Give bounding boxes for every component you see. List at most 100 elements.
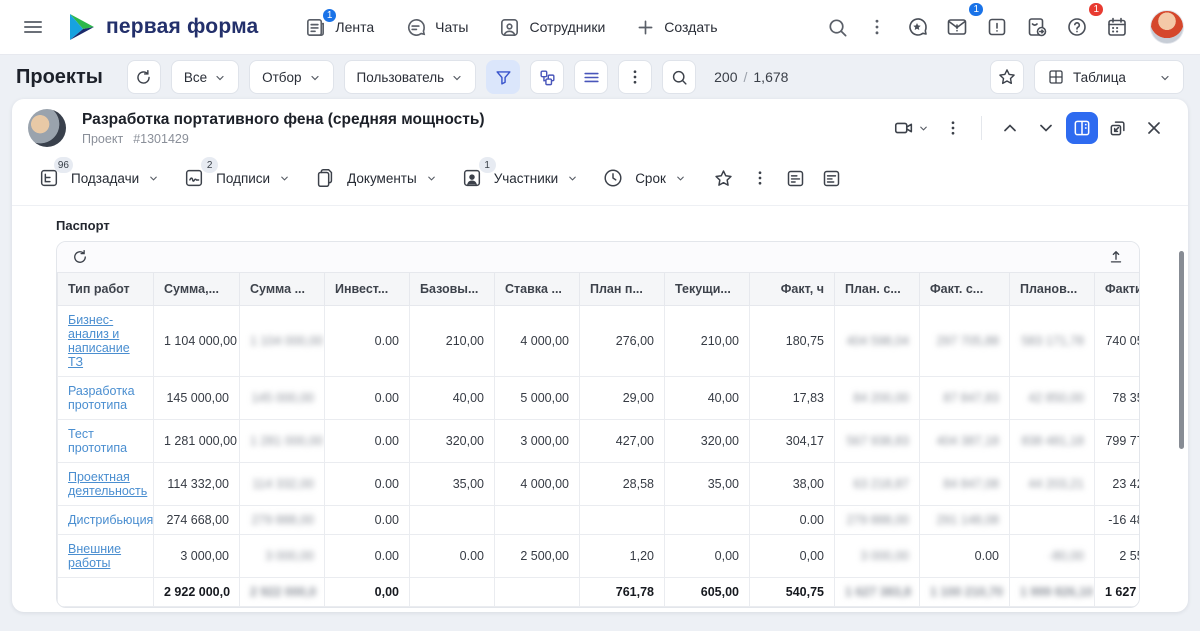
table-cell: 276,00 bbox=[580, 306, 665, 377]
kebab-menu-icon bbox=[751, 169, 769, 187]
kebab-menu-icon[interactable] bbox=[860, 10, 894, 44]
hierarchy-view-button[interactable] bbox=[530, 60, 564, 94]
calendar-icon[interactable] bbox=[1100, 10, 1134, 44]
tab-signatures[interactable]: 2 Подписи bbox=[173, 161, 300, 195]
filter-select-dropdown[interactable]: Отбор bbox=[249, 60, 333, 94]
table-cell: 799 772,82 bbox=[1095, 420, 1141, 463]
work-type-link[interactable]: Бизнес-анализ и написание ТЗ bbox=[68, 313, 130, 369]
column-header[interactable]: План п... bbox=[580, 273, 665, 306]
tabs-more-button[interactable] bbox=[744, 162, 776, 194]
column-header[interactable]: Базовы... bbox=[410, 273, 495, 306]
work-type-link[interactable]: Проектная деятельность bbox=[68, 470, 147, 498]
search-list-button[interactable] bbox=[662, 60, 696, 94]
column-header[interactable]: Текущи... bbox=[665, 273, 750, 306]
plus-icon bbox=[635, 17, 656, 38]
column-header[interactable]: Факт, ч bbox=[750, 273, 835, 306]
open-in-window-button[interactable] bbox=[1102, 112, 1134, 144]
work-type-link[interactable]: Разработка прототипа bbox=[68, 384, 135, 412]
tab-subtasks[interactable]: 96 Подзадачи bbox=[28, 161, 169, 195]
grid-icon bbox=[1047, 68, 1065, 86]
column-header[interactable]: Факт. с... bbox=[920, 273, 1010, 306]
app-logo[interactable]: первая форма bbox=[66, 12, 258, 42]
logo-play-icon bbox=[66, 12, 98, 42]
table-cell: 740 054,12 bbox=[1095, 306, 1141, 377]
passport-section-title: Паспорт bbox=[56, 218, 1188, 233]
column-header[interactable]: Тип работ bbox=[58, 273, 154, 306]
video-call-button[interactable] bbox=[889, 112, 933, 144]
panel-scrollbar[interactable] bbox=[1179, 251, 1184, 449]
table-cell: 35,00 bbox=[665, 463, 750, 506]
table-row: Бизнес-анализ и написание ТЗ1 104 000,00… bbox=[58, 306, 1141, 377]
starred-chats-icon[interactable] bbox=[900, 10, 934, 44]
column-header[interactable]: Ставка ... bbox=[495, 273, 580, 306]
view-mode-dropdown[interactable]: Таблица bbox=[1034, 60, 1184, 94]
prev-task-button[interactable] bbox=[994, 112, 1026, 144]
column-header[interactable]: Сумма,... bbox=[154, 273, 240, 306]
mail-alert-icon[interactable]: 1 bbox=[940, 10, 974, 44]
employees-icon bbox=[498, 16, 521, 39]
refresh-button[interactable] bbox=[127, 60, 161, 94]
favorite-task-button[interactable] bbox=[708, 162, 740, 194]
column-header[interactable]: Планов... bbox=[1010, 273, 1095, 306]
more-options-button[interactable] bbox=[618, 60, 652, 94]
table-cell: 38,00 bbox=[750, 463, 835, 506]
search-icon[interactable] bbox=[820, 10, 854, 44]
tab-deadline[interactable]: Срок bbox=[592, 161, 696, 195]
list-view-button[interactable] bbox=[574, 60, 608, 94]
table-cell: 567 938,83 bbox=[835, 420, 920, 463]
column-header[interactable]: Фактич... bbox=[1095, 273, 1141, 306]
tab-documents[interactable]: Документы bbox=[304, 161, 447, 195]
task-id[interactable]: #1301429 bbox=[133, 132, 189, 146]
user-avatar[interactable] bbox=[1150, 10, 1184, 44]
delegation-icon[interactable] bbox=[1020, 10, 1054, 44]
star-icon bbox=[997, 67, 1017, 87]
table-cell: 274 668,00 bbox=[154, 506, 240, 535]
column-header[interactable]: Сумма ... bbox=[240, 273, 325, 306]
column-header[interactable]: План. с... bbox=[835, 273, 920, 306]
table-cell: 145 000,00 bbox=[240, 377, 325, 420]
work-type-link[interactable]: Дистрибьюция bbox=[68, 513, 153, 527]
favorite-view-button[interactable] bbox=[990, 60, 1024, 94]
filter-all-dropdown[interactable]: Все bbox=[171, 60, 239, 94]
tasks-alert-icon[interactable] bbox=[980, 10, 1014, 44]
nav-create[interactable]: Создать bbox=[625, 11, 727, 44]
nav-feed[interactable]: 1 Лента bbox=[294, 10, 384, 45]
project-avatar[interactable] bbox=[28, 109, 66, 147]
tree-icon bbox=[538, 68, 557, 87]
hamburger-menu-icon[interactable] bbox=[18, 12, 48, 42]
table-cell: 210,00 bbox=[410, 306, 495, 377]
table-cell: 583 171,78 bbox=[1010, 306, 1095, 377]
chevron-down-icon bbox=[1036, 118, 1056, 138]
table-cell: 4 000,00 bbox=[495, 463, 580, 506]
filter-user-dropdown[interactable]: Пользователь bbox=[344, 60, 477, 94]
members-icon: 1 bbox=[461, 167, 483, 189]
table-cell bbox=[410, 506, 495, 535]
chats-icon bbox=[404, 16, 427, 39]
tab-members[interactable]: 1 Участники bbox=[451, 161, 589, 195]
nav-chats[interactable]: Чаты bbox=[394, 10, 478, 45]
table-cell bbox=[1010, 506, 1095, 535]
record-count: 200/1,678 bbox=[714, 69, 788, 85]
nav-employees[interactable]: Сотрудники bbox=[488, 10, 615, 45]
table-cell bbox=[495, 578, 580, 607]
column-header[interactable]: Инвест... bbox=[325, 273, 410, 306]
side-panel-toggle-active[interactable] bbox=[1066, 112, 1098, 144]
work-type-link[interactable]: Тест прототипа bbox=[68, 427, 127, 455]
signature-icon: 2 bbox=[183, 167, 205, 189]
work-type-link[interactable]: Внешние работы bbox=[68, 542, 121, 570]
card-more-button[interactable] bbox=[937, 112, 969, 144]
table-cell: 0.00 bbox=[325, 506, 410, 535]
table-export-button[interactable] bbox=[1107, 248, 1125, 266]
table-cell: 3 000,00 bbox=[495, 420, 580, 463]
summary-panel-icon[interactable] bbox=[816, 162, 848, 194]
table-cell bbox=[410, 578, 495, 607]
close-card-button[interactable] bbox=[1138, 112, 1170, 144]
help-icon[interactable]: 1 bbox=[1060, 10, 1094, 44]
camera-icon bbox=[893, 117, 915, 139]
funnel-icon bbox=[494, 68, 513, 87]
notes-panel-icon[interactable] bbox=[780, 162, 812, 194]
next-task-button[interactable] bbox=[1030, 112, 1062, 144]
table-refresh-button[interactable] bbox=[71, 248, 89, 266]
filter-funnel-button[interactable] bbox=[486, 60, 520, 94]
table-cell: 404 598,04 bbox=[835, 306, 920, 377]
